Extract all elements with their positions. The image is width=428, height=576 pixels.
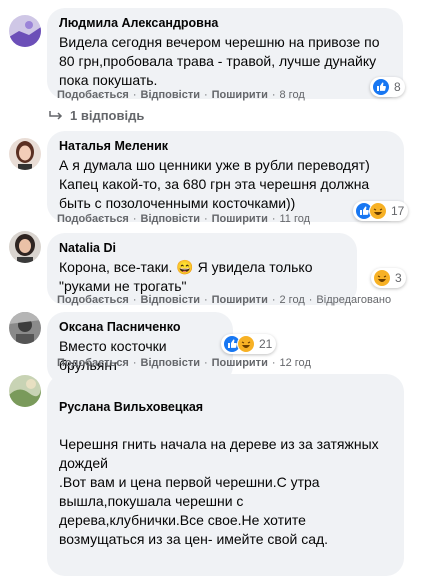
comment-text: Видела сегодня вечером черешню на привоз… (59, 34, 380, 88)
like-icon (372, 78, 390, 96)
replies-count: 1 відповідь (70, 108, 145, 123)
comment-text: Корона, все-таки. 😄 Я увидела только "ру… (59, 259, 313, 294)
share-button[interactable]: Поширити (212, 213, 268, 225)
comment-timestamp[interactable]: 12 год (280, 357, 311, 369)
reaction-count: 17 (391, 204, 405, 218)
reply-button[interactable]: Відповісти (141, 357, 200, 369)
like-button[interactable]: Подобається (57, 357, 129, 369)
like-button[interactable]: Подобається (57, 294, 129, 306)
edited-label[interactable]: Відредаговано (316, 294, 391, 306)
comment-author[interactable]: Natalia Di (59, 241, 345, 256)
avatar[interactable] (9, 375, 41, 407)
reaction-count: 3 (395, 271, 402, 285)
like-button[interactable]: Подобається (57, 89, 129, 101)
avatar[interactable] (9, 15, 41, 47)
reactions-summary[interactable]: 3 (371, 268, 406, 288)
comment-author[interactable]: Людмила Александровна (59, 16, 391, 31)
comment-text: А я думала шо ценники уже в рубли перево… (59, 157, 370, 211)
comment-timestamp[interactable]: 11 год (280, 213, 311, 225)
reaction-count: 8 (394, 80, 401, 94)
comment-bubble: Наталья Меленик А я думала шо ценники уж… (47, 131, 404, 222)
comment-actions: Подобається · Відповісти · Поширити · 11 год (57, 213, 311, 225)
comment-text: Черешня гнить начала на дереве из за зат… (59, 436, 379, 547)
like-button[interactable]: Подобається (57, 213, 129, 225)
view-replies-link[interactable]: 1 відповідь (48, 108, 144, 123)
avatar[interactable] (9, 231, 41, 263)
haha-icon (237, 335, 255, 353)
reply-button[interactable]: Відповісти (141, 213, 200, 225)
avatar[interactable] (9, 138, 41, 170)
comment-author[interactable]: Наталья Меленик (59, 139, 392, 154)
share-button[interactable]: Поширити (212, 357, 268, 369)
comment-bubble: Руслана Вильховецкая Черешня гнить начал… (47, 374, 404, 576)
haha-icon (373, 269, 391, 287)
comment-author[interactable]: Руслана Вильховецкая (59, 400, 392, 415)
share-button[interactable]: Поширити (212, 294, 268, 306)
comment-actions: Подобається · Відповісти · Поширити · 2 год · Ві… (57, 294, 392, 306)
comment-timestamp[interactable]: 8 год (280, 89, 305, 101)
reactions-summary[interactable]: 21 (221, 334, 277, 354)
avatar[interactable] (9, 312, 41, 344)
reply-button[interactable]: Відповісти (141, 89, 200, 101)
comment-author[interactable]: Оксана Пасниченко (59, 320, 221, 335)
comment-actions: Подобається · Відповісти · Поширити · 12 год (57, 357, 311, 369)
comment-bubble: Людмила Александровна Видела сегодня веч… (47, 8, 403, 99)
reactions-summary[interactable]: 8 (370, 77, 405, 97)
haha-icon (369, 202, 387, 220)
reaction-count: 21 (259, 337, 273, 351)
reactions-summary[interactable]: 17 (353, 201, 409, 221)
share-button[interactable]: Поширити (212, 89, 268, 101)
comment-timestamp[interactable]: 2 год (280, 294, 305, 306)
comment-actions: Подобається · Відповісти · Поширити · 8 год (57, 89, 305, 101)
reply-arrow-icon (49, 110, 63, 120)
reply-button[interactable]: Відповісти (141, 294, 200, 306)
